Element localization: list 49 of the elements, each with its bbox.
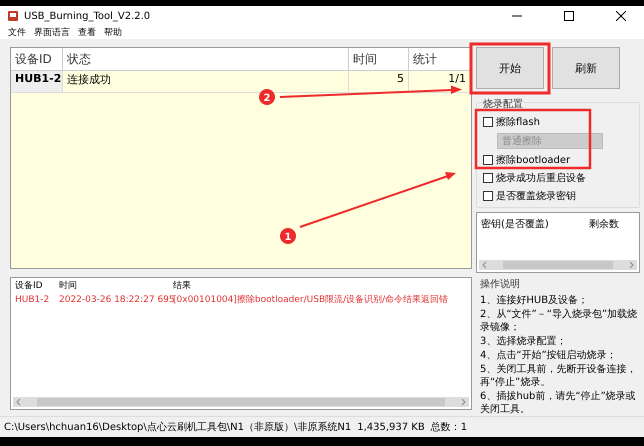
instruction-line: 4、点击“开始”按钮启动烧录；	[480, 349, 618, 362]
window-title: USB_Burning_Tool_V2.2.0	[24, 10, 152, 22]
action-button[interactable]: 开始	[476, 47, 544, 89]
instruction-line: 3、选择烧录配置；	[480, 335, 568, 348]
table-cell-text: [0x00101004]擦除bootloader/USB限流/设备识别/命令结果返回错	[173, 294, 450, 306]
instruction-line: 5、关闭工具前，先断开设备连接，再“停止”烧录。	[480, 363, 638, 389]
checkbox-label: 是否覆盖烧录密钥	[496, 190, 576, 203]
menu-item[interactable]: 查看	[78, 26, 96, 39]
checkbox[interactable]	[483, 173, 493, 183]
table-cell-text: HUB1-2	[15, 294, 50, 306]
column-header: 时间	[59, 280, 78, 292]
instructions-title: 操作说明	[480, 278, 521, 291]
file-size: 1,435,937 KB	[357, 422, 425, 432]
column-header: 统计	[409, 48, 471, 71]
app-icon	[8, 11, 18, 21]
checkbox[interactable]	[483, 117, 493, 127]
scrollbar[interactable]	[479, 260, 637, 270]
checkbox-label: 烧录成功后重启设备	[496, 172, 586, 185]
column-header: 时间	[349, 48, 409, 71]
column-header: 密钥(是否覆盖)	[481, 218, 549, 231]
scroll-right-icon[interactable]	[461, 398, 467, 406]
column-header: 设备ID	[15, 280, 44, 292]
menu-item[interactable]: 界面语言	[34, 26, 70, 39]
menu-item[interactable]: 文件	[8, 26, 26, 39]
file-path: C:\Users\hchuan16\Desktop\点心云刷机工具包\N1（非原版）\非原系统N1	[4, 420, 352, 434]
checkbox[interactable]	[483, 191, 493, 201]
step-marker: 1	[280, 228, 296, 244]
checkbox-label: 擦除bootloader	[496, 154, 570, 167]
step-marker: 2	[259, 89, 275, 105]
column-header: 状态	[63, 48, 349, 71]
table-cell: 2022-03-26 18:22:27 695	[59, 294, 173, 306]
instruction-line: 6、插拔hub前，请先“停止”烧录或关闭工具。	[480, 390, 637, 416]
close-icon[interactable]	[616, 11, 626, 21]
maximize-icon[interactable]	[564, 11, 574, 21]
table-cell: 5	[349, 71, 409, 93]
checkbox[interactable]	[483, 155, 493, 165]
total-count: 总数：1	[430, 420, 468, 434]
column-header: 结果	[173, 280, 192, 292]
checkbox-label: 擦除flash	[496, 116, 540, 129]
action-button[interactable]: 刷新	[552, 47, 620, 89]
scroll-left-icon[interactable]	[481, 261, 487, 269]
scrollbar[interactable]	[13, 397, 469, 407]
instruction-line: 2、从“文件”－“导入烧录包”加载烧录镜像；	[480, 308, 638, 334]
instruction-line: 1、连接好HUB及设备；	[480, 294, 590, 307]
scroll-right-icon[interactable]	[629, 261, 635, 269]
column-header: 剩余数	[589, 218, 619, 231]
scroll-left-icon[interactable]	[15, 398, 21, 406]
table-cell: HUB1-2	[11, 71, 63, 93]
menu-item[interactable]: 帮助	[104, 26, 122, 39]
